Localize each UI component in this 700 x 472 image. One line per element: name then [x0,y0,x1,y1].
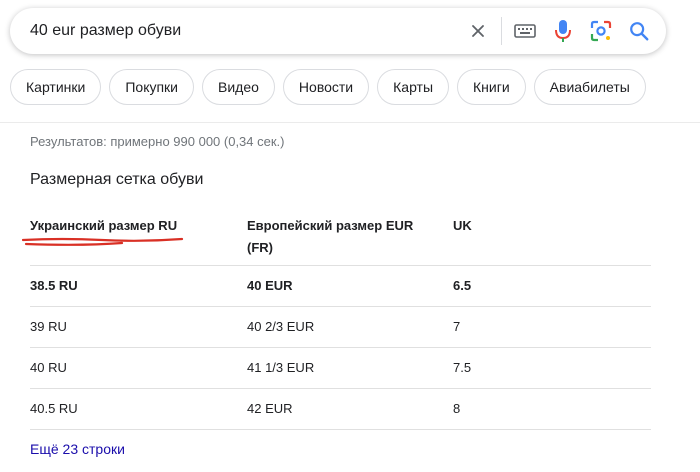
lens-icon[interactable] [582,9,620,53]
chip-maps[interactable]: Карты [377,69,450,105]
chip-images[interactable]: Картинки [10,69,102,105]
header-uk: UK [453,218,472,233]
chip-flights[interactable]: Авиабилеты [533,69,646,105]
cell-uk: 7 [453,319,461,334]
chip-news[interactable]: Новости [282,69,370,105]
cell-uk: 7.5 [453,360,472,375]
header-eur: Европейский размер EUR (FR) [247,218,414,255]
cell-ru: 40.5 RU [30,401,78,416]
more-rows-link[interactable]: Ещё 23 строки [30,441,125,457]
cell-ru: 39 RU [30,319,67,334]
cell-eur: 40 2/3 EUR [247,319,315,334]
cell-uk: 6.5 [453,278,472,293]
cell-ru: 38.5 RU [30,278,78,293]
clear-icon[interactable] [459,9,497,53]
size-chart-title: Размерная сетка обуви [30,171,204,188]
red-underline-annotation [22,237,184,246]
divider [0,122,700,123]
cell-eur: 40 EUR [247,278,293,293]
table-row: 40 RU 41 1/3 EUR 7.5 [30,348,651,389]
keyboard-icon[interactable] [506,9,544,53]
chip-books[interactable]: Книги [457,69,526,105]
search-input[interactable] [10,9,459,53]
table-row: 40.5 RU 42 EUR 8 [30,389,651,430]
chip-shopping[interactable]: Покупки [109,69,195,105]
cell-ru: 40 RU [30,360,67,375]
microphone-icon[interactable] [544,9,582,53]
chip-videos[interactable]: Видео [202,69,275,105]
filter-chips: Картинки Покупки Видео Новости Карты Кни… [10,69,646,105]
search-bar [10,8,666,54]
searchbar-divider [501,17,502,45]
result-stats: Результатов: примерно 990 000 (0,34 сек.… [30,134,285,149]
cell-eur: 42 EUR [247,401,293,416]
search-icon[interactable] [620,9,658,53]
table-row: 39 RU 40 2/3 EUR 7 [30,307,651,348]
cell-uk: 8 [453,401,461,416]
cell-eur: 41 1/3 EUR [247,360,315,375]
table-row: 38.5 RU 40 EUR 6.5 [30,266,651,307]
